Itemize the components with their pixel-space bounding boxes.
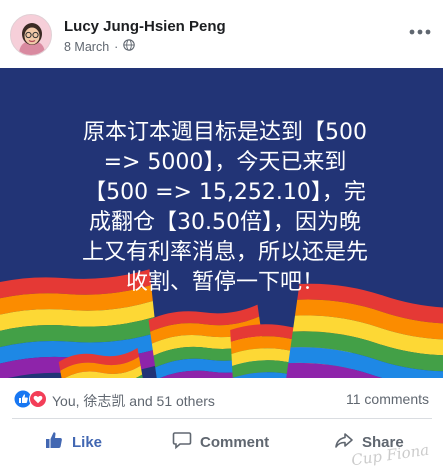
post-text-line: 收割、暂停一下吧！	[125, 270, 324, 295]
post-text: 原本订本週目标是达到【500 => 5000】，今天已来到 【500 => 15…	[30, 118, 420, 298]
post-meta: 8 March ·	[64, 39, 136, 54]
ellipsis-icon[interactable]	[409, 18, 431, 41]
post-text-line: 原本订本週目标是达到【500	[83, 120, 367, 145]
post-date[interactable]: 8 March	[64, 40, 109, 54]
like-button[interactable]: Like	[44, 428, 102, 456]
comment-label: Comment	[200, 433, 270, 451]
post-header: Lucy Jung-Hsien Peng 8 March ·	[0, 0, 443, 66]
post-text-line: 成翻仓【30.50倍】，因为晚	[89, 210, 361, 235]
divider	[12, 418, 432, 419]
like-label: Like	[72, 433, 103, 451]
post-text-line: 上又有利率消息，所以还是先	[81, 240, 368, 265]
heart-icon	[29, 390, 47, 413]
comment-icon	[172, 430, 192, 454]
comment-count[interactable]: 11 comments	[346, 391, 429, 407]
avatar[interactable]	[10, 14, 52, 56]
globe-icon	[123, 39, 136, 54]
comment-button[interactable]: Comment	[172, 428, 269, 456]
post-image[interactable]: 原本订本週目标是达到【500 => 5000】，今天已来到 【500 => 15…	[0, 68, 443, 378]
meta-separator: ·	[114, 39, 119, 54]
reactions-bar: You, 徐志凯 and 51 others 11 comments	[0, 384, 443, 414]
author-name[interactable]: Lucy Jung-Hsien Peng	[64, 18, 226, 35]
post-text-line: 【500 => 15,252.10】，完	[84, 180, 366, 205]
thumbs-up-icon	[44, 430, 64, 454]
reaction-icons[interactable]	[14, 390, 47, 413]
reaction-names[interactable]: You, 徐志凯 and 51 others	[52, 391, 215, 411]
post-text-line: => 5000】，今天已来到	[103, 150, 347, 175]
